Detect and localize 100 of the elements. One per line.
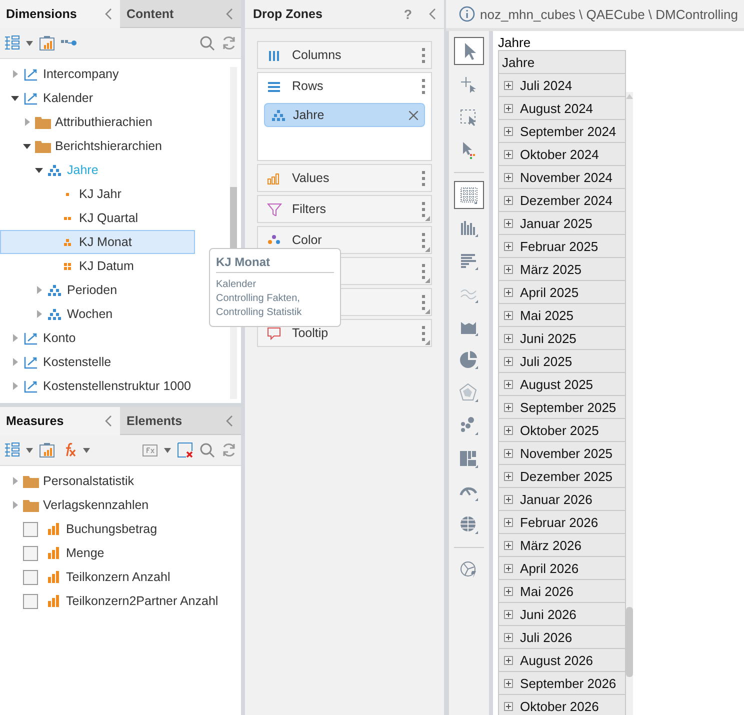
tree-item[interactable]: Personalstatistik bbox=[0, 469, 223, 493]
collapse-icon[interactable] bbox=[224, 414, 233, 426]
expand-icon[interactable] bbox=[504, 702, 514, 710]
expand-icon[interactable] bbox=[504, 656, 514, 664]
table-row[interactable]: August 2026 bbox=[499, 649, 626, 672]
tree-item[interactable]: Teilkonzern2Partner Anzahl bbox=[0, 589, 223, 613]
table-row[interactable]: März 2025 bbox=[499, 258, 626, 281]
panel-tab[interactable]: Content bbox=[120, 0, 241, 28]
expand-icon[interactable] bbox=[504, 288, 514, 296]
table-row[interactable]: Juni 2026 bbox=[499, 603, 626, 626]
tree-item[interactable]: Perioden bbox=[0, 278, 195, 302]
expand-icon[interactable] bbox=[504, 564, 514, 572]
table-row[interactable]: März 2026 bbox=[499, 534, 626, 557]
drop-zone[interactable]: Color bbox=[256, 226, 432, 254]
panel-tab[interactable]: Dimensions bbox=[0, 0, 120, 28]
table-row[interactable]: Dezember 2024 bbox=[499, 189, 626, 212]
tree-item[interactable]: Menge bbox=[0, 541, 223, 565]
tree-item[interactable]: KJ Jahr bbox=[0, 182, 195, 206]
table-row[interactable]: August 2025 bbox=[499, 373, 626, 396]
expand-icon[interactable] bbox=[504, 426, 514, 434]
field-chip[interactable]: Jahre bbox=[264, 103, 426, 127]
expand-icon[interactable] bbox=[504, 380, 514, 388]
more-icon[interactable] bbox=[421, 294, 426, 310]
collapsed-arrow-icon[interactable] bbox=[11, 358, 19, 366]
collapse-icon[interactable] bbox=[104, 414, 112, 426]
more-icon[interactable] bbox=[421, 325, 426, 341]
tree-item[interactable]: KJ Quartal bbox=[0, 206, 195, 230]
chart-cube-icon[interactable] bbox=[39, 35, 55, 51]
table-row[interactable]: Oktober 2024 bbox=[499, 143, 626, 166]
expand-icon[interactable] bbox=[504, 334, 514, 342]
checkbox[interactable] bbox=[23, 570, 38, 584]
caret-icon[interactable] bbox=[26, 448, 33, 452]
tree-item[interactable]: Berichtshierarchien bbox=[0, 134, 195, 158]
expand-icon[interactable] bbox=[504, 172, 514, 182]
collapse-icon[interactable] bbox=[104, 8, 112, 20]
table-row[interactable]: Mai 2025 bbox=[499, 304, 626, 327]
table-row[interactable]: Dezember 2025 bbox=[499, 465, 626, 488]
tree-item[interactable]: Attributhierachien bbox=[0, 110, 195, 134]
expand-icon[interactable] bbox=[504, 678, 514, 688]
table-row[interactable]: September 2024 bbox=[499, 120, 626, 143]
table-row[interactable]: September 2026 bbox=[499, 672, 626, 695]
table-row[interactable]: August 2024 bbox=[499, 97, 626, 120]
search-icon[interactable] bbox=[198, 442, 215, 458]
collapsed-arrow-icon[interactable] bbox=[11, 477, 19, 485]
collapse-icon[interactable] bbox=[428, 8, 436, 20]
collapsed-arrow-icon[interactable] bbox=[35, 310, 43, 318]
table-row[interactable]: Januar 2025 bbox=[499, 212, 626, 235]
panel-tab[interactable]: Measures bbox=[0, 407, 120, 435]
expand-icon[interactable] bbox=[504, 448, 514, 458]
more-icon[interactable] bbox=[421, 232, 426, 248]
table-row[interactable]: November 2025 bbox=[499, 442, 626, 465]
formula-box-icon[interactable] bbox=[142, 442, 158, 458]
collapsed-arrow-icon[interactable] bbox=[11, 70, 19, 78]
caret-icon[interactable] bbox=[26, 40, 33, 46]
chart-cube-icon[interactable] bbox=[39, 442, 55, 458]
drop-zone[interactable]: Columns bbox=[256, 41, 432, 69]
table-row[interactable]: November 2024 bbox=[499, 166, 626, 189]
collapse-icon[interactable] bbox=[224, 8, 233, 20]
table-row[interactable]: Juni 2025 bbox=[499, 327, 626, 350]
drop-zone[interactable]: Rows Jahre bbox=[256, 72, 432, 161]
refresh-icon[interactable] bbox=[220, 35, 237, 51]
more-icon[interactable] bbox=[421, 201, 426, 217]
table-row[interactable]: Juli 2025 bbox=[499, 350, 626, 373]
table-row[interactable]: Juli 2024 bbox=[499, 74, 626, 97]
expand-icon[interactable] bbox=[504, 402, 514, 412]
collapsed-arrow-icon[interactable] bbox=[11, 334, 19, 342]
toolbar-button[interactable] bbox=[454, 37, 484, 65]
panel-tab[interactable]: Elements bbox=[120, 407, 241, 435]
checkbox[interactable] bbox=[23, 546, 38, 560]
more-icon[interactable] bbox=[421, 78, 426, 94]
toolbar-button[interactable] bbox=[454, 181, 484, 209]
expand-icon[interactable] bbox=[504, 632, 514, 642]
more-icon[interactable] bbox=[421, 170, 426, 186]
caret-icon[interactable] bbox=[83, 448, 90, 452]
expand-icon[interactable] bbox=[504, 540, 514, 550]
table-row[interactable]: Juli 2026 bbox=[499, 626, 626, 649]
collapsed-arrow-icon[interactable] bbox=[23, 118, 31, 126]
table-row[interactable]: Februar 2025 bbox=[499, 235, 626, 258]
expand-icon[interactable] bbox=[504, 610, 514, 618]
expand-icon[interactable] bbox=[504, 264, 514, 274]
expand-icon[interactable] bbox=[504, 104, 514, 112]
tree-item[interactable]: Teilkonzern Anzahl bbox=[0, 565, 223, 589]
expanded-arrow-icon[interactable] bbox=[23, 142, 31, 150]
collapsed-arrow-icon[interactable] bbox=[35, 286, 43, 294]
table-row[interactable]: April 2026 bbox=[499, 557, 626, 580]
table-row[interactable]: Oktober 2026 bbox=[499, 695, 626, 715]
expanded-arrow-icon[interactable] bbox=[11, 94, 19, 102]
checkbox[interactable] bbox=[23, 522, 38, 536]
expand-icon[interactable] bbox=[504, 310, 514, 320]
tree-item[interactable]: Buchungsbetrag bbox=[0, 517, 223, 541]
expand-icon[interactable] bbox=[504, 472, 514, 480]
scroll-thumb[interactable] bbox=[626, 607, 634, 677]
expand-icon[interactable] bbox=[504, 356, 514, 366]
tree-item[interactable]: Verlagskennzahlen bbox=[0, 493, 223, 517]
expand-icon[interactable] bbox=[504, 242, 514, 250]
caret-icon[interactable] bbox=[164, 448, 171, 452]
tree-item[interactable]: KJ Monat bbox=[0, 230, 195, 254]
close-icon[interactable] bbox=[409, 110, 418, 120]
expanded-arrow-icon[interactable] bbox=[35, 166, 43, 174]
collapsed-arrow-icon[interactable] bbox=[11, 382, 19, 390]
